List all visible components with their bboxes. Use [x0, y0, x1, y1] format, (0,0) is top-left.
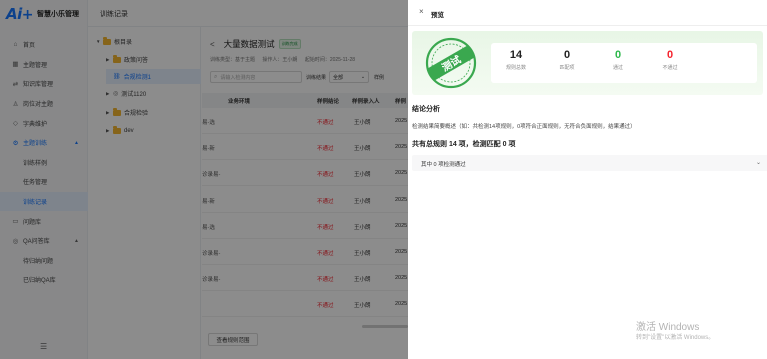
stat-failed: 0 不通过 — [645, 49, 695, 71]
drawer-header: × 预览 — [408, 0, 767, 26]
stat-failed-value: 0 — [666, 49, 674, 61]
passed-rules-collapse[interactable]: 其中 0 项检测通过 ⌄ — [412, 155, 767, 171]
collapse-label: 其中 0 项检测通过 — [421, 162, 466, 168]
chevron-down-icon: ⌄ — [755, 160, 761, 166]
test-stamp-icon: 测试 — [425, 37, 477, 89]
stat-passed: 0 通过 — [593, 49, 643, 71]
stat-passed-value: 0 — [614, 49, 622, 61]
activation-watermark-hint: 转到"设置"以激活 Windows。 — [636, 335, 715, 341]
activation-watermark: 激活 Windows — [636, 322, 700, 333]
conclusion-summary: 检测结果简要概述（如：共检测14项规则，0项符合正面规则，无符合负面规则，结果通… — [412, 124, 636, 130]
preview-drawer: × 预览 测试 14 规则总数 0 匹配项 0 通过 0 不通过 结论分析 检测结果简要… — [408, 0, 767, 359]
stat-total: 14 规则总数 — [491, 49, 541, 71]
stats-panel: 14 规则总数 0 匹配项 0 通过 0 不通过 — [491, 43, 757, 83]
drawer-mask[interactable] — [0, 0, 408, 359]
conclusion-title: 结论分析 — [412, 106, 440, 113]
drawer-title: 预览 — [431, 12, 444, 19]
rule-total: 共有总规则 14 项，检测匹配 0 项 — [412, 141, 516, 148]
stat-matched: 0 匹配项 — [542, 49, 592, 71]
result-card: 测试 14 规则总数 0 匹配项 0 通过 0 不通过 — [412, 31, 763, 95]
stat-total-value: 14 — [509, 49, 523, 61]
stat-matched-value: 0 — [563, 49, 571, 61]
close-icon[interactable]: × — [419, 7, 424, 16]
